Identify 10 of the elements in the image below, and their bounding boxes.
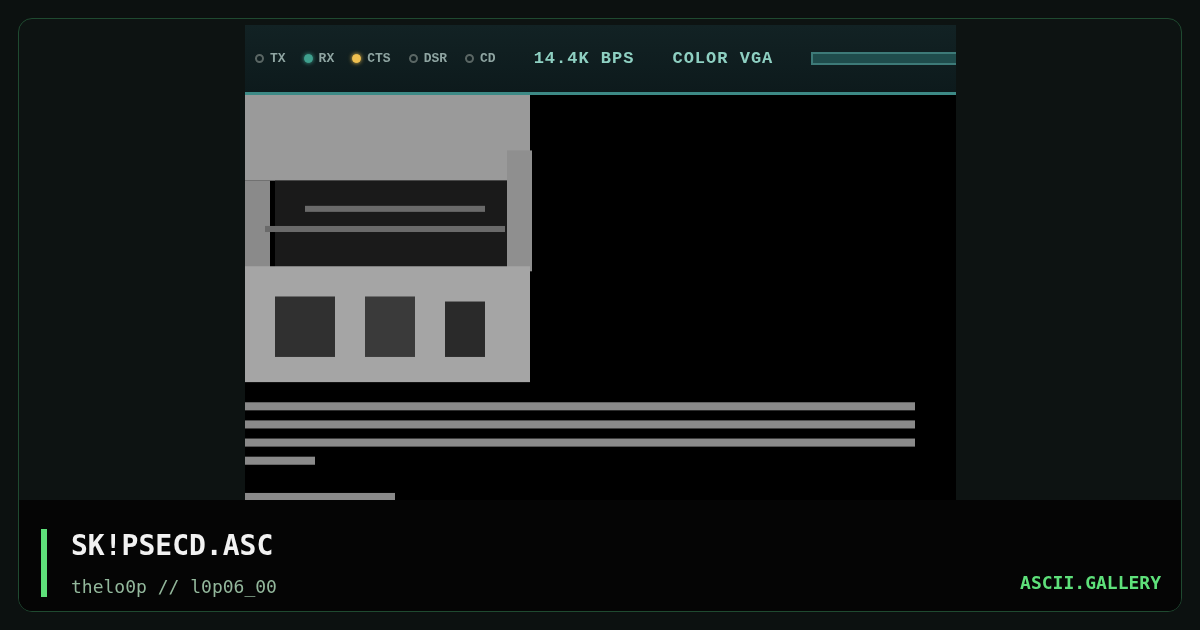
display-mode: COLOR VGA: [672, 49, 774, 68]
indicator-label: CTS: [367, 51, 391, 66]
site-name: ASCII.GALLERY: [1020, 572, 1161, 595]
byline: thelo0p // l0p06_00: [71, 576, 277, 597]
file-title: SK!PSECD.ASC: [71, 529, 275, 562]
indicator-label: TX: [270, 51, 286, 66]
indicator-label: DSR: [423, 51, 448, 66]
indicator-label: CD: [480, 51, 496, 66]
indicator-label: RX: [318, 51, 335, 66]
baud-rate: 14.4K BPS: [533, 49, 635, 68]
